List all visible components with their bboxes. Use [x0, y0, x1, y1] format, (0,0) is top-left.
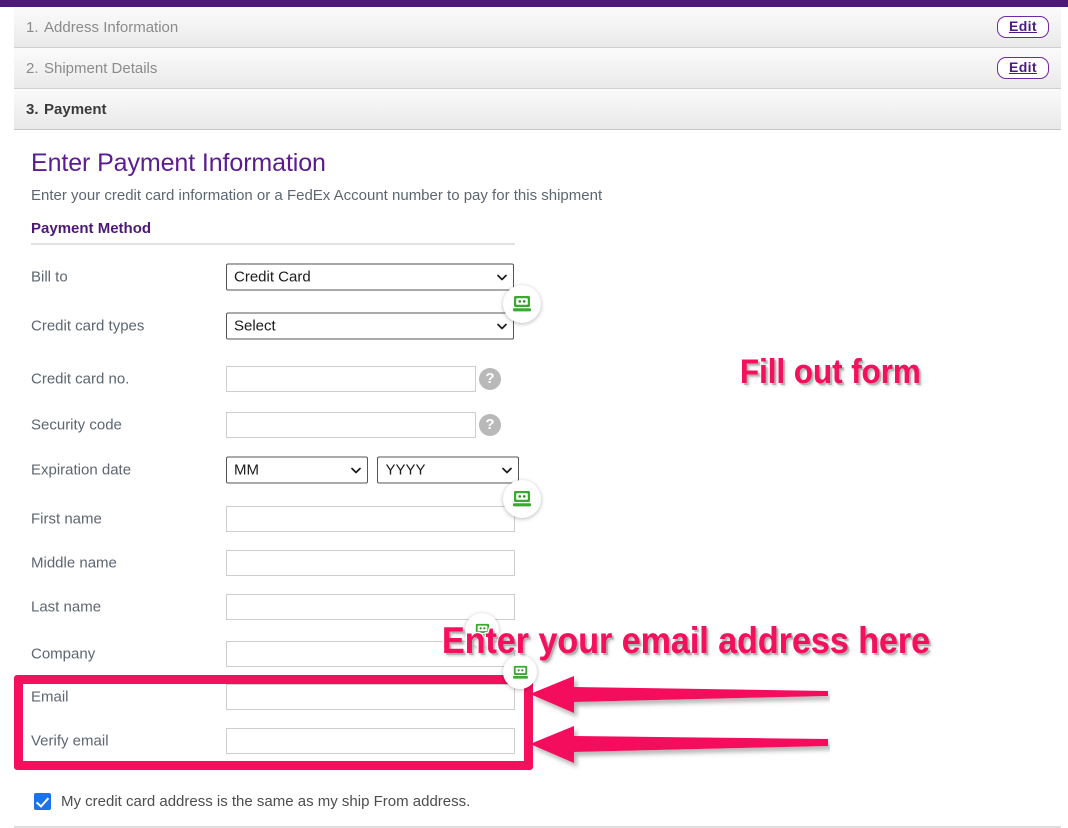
label-verify-email: Verify email — [31, 732, 109, 750]
control-security-code — [226, 412, 476, 438]
control-email — [226, 684, 515, 710]
password-manager-robot-icon — [513, 491, 531, 507]
input-first-name[interactable] — [226, 506, 515, 532]
page-title: Enter Payment Information — [31, 149, 326, 177]
checkbox-label-billing-same-as-ship-from: My credit card address is the same as my… — [61, 793, 471, 810]
input-security-code[interactable] — [226, 412, 476, 438]
step-title: Payment — [44, 100, 107, 118]
control-first-name — [226, 506, 515, 532]
control-expiration-date: MM YYYY — [226, 456, 520, 484]
select-expiration-month[interactable]: MM — [226, 456, 368, 484]
accordion-step-address-information[interactable]: 1. Address Information Edit — [14, 7, 1061, 48]
field-row-verify-email: Verify email — [0, 719, 540, 763]
field-row-expiration-date: Expiration date MM YYYY — [0, 448, 540, 492]
arrow-pointing-to-verify-email-field — [530, 726, 828, 763]
password-manager-robot-icon-bill-to[interactable] — [503, 285, 541, 323]
label-middle-name: Middle name — [31, 554, 117, 572]
field-row-bill-to: Bill to Credit Card — [0, 255, 540, 299]
annotation-enter-email: Enter your email address here — [442, 620, 931, 661]
control-verify-email — [226, 728, 515, 754]
password-manager-robot-icon-first-name[interactable] — [503, 480, 541, 518]
field-row-email: Email — [0, 675, 540, 719]
input-middle-name[interactable] — [226, 550, 515, 576]
control-middle-name — [226, 550, 515, 576]
page-root: 1. Address Information Edit 2. Shipment … — [0, 0, 1068, 828]
field-row-middle-name: Middle name — [0, 541, 540, 585]
label-expiration-date: Expiration date — [31, 461, 132, 479]
checkout-accordion: 1. Address Information Edit 2. Shipment … — [14, 7, 1061, 130]
help-question-icon-credit-card-no[interactable]: ? — [479, 368, 501, 390]
section-heading-payment-method: Payment Method — [31, 220, 152, 237]
input-credit-card-no[interactable] — [226, 366, 476, 392]
select-expiration-year[interactable]: YYYY — [377, 456, 520, 484]
field-row-security-code: Security code ? — [0, 403, 540, 447]
control-credit-card-types: Select — [226, 312, 514, 340]
edit-button-address-information[interactable]: Edit — [996, 16, 1049, 38]
label-security-code: Security code — [31, 416, 122, 434]
label-email: Email — [31, 688, 69, 706]
step-number: 1. — [26, 18, 39, 36]
brand-top-bar — [0, 0, 1068, 7]
field-row-first-name: First name — [0, 497, 540, 541]
section-divider — [31, 243, 515, 245]
label-first-name: First name — [31, 510, 102, 528]
edit-button-shipment-details[interactable]: Edit — [996, 57, 1049, 79]
select-credit-card-types[interactable]: Select — [226, 312, 514, 340]
label-credit-card-no: Credit card no. — [31, 370, 130, 388]
step-number: 3. — [26, 100, 39, 118]
field-row-credit-card-no: Credit card no. ? — [0, 357, 540, 401]
field-row-credit-card-types: Credit card types Select — [0, 304, 540, 348]
arrow-pointing-to-email-field — [530, 676, 828, 713]
password-manager-robot-icon — [512, 665, 528, 679]
page-subtitle: Enter your credit card information or a … — [31, 187, 603, 204]
input-email[interactable] — [226, 684, 515, 710]
help-question-icon-security-code[interactable]: ? — [479, 414, 501, 436]
step-title: Shipment Details — [44, 59, 158, 77]
control-credit-card-no — [226, 366, 476, 392]
accordion-step-payment[interactable]: 3. Payment — [14, 89, 1061, 130]
annotation-fill-out-form: Fill out form — [740, 353, 921, 391]
checkbox-billing-same-as-ship-from[interactable] — [34, 793, 51, 810]
control-bill-to: Credit Card — [226, 263, 514, 291]
step-title: Address Information — [44, 18, 179, 36]
label-last-name: Last name — [31, 598, 102, 616]
password-manager-robot-icon — [513, 296, 531, 312]
label-credit-card-types: Credit card types — [31, 317, 145, 335]
billing-same-as-ship-from-row[interactable]: My credit card address is the same as my… — [34, 793, 470, 810]
input-verify-email[interactable] — [226, 728, 515, 754]
accordion-step-shipment-details[interactable]: 2. Shipment Details Edit — [14, 48, 1061, 89]
label-bill-to: Bill to — [31, 268, 68, 286]
label-company: Company — [31, 645, 96, 663]
step-number: 2. — [26, 59, 39, 77]
select-bill-to[interactable]: Credit Card — [226, 263, 514, 291]
